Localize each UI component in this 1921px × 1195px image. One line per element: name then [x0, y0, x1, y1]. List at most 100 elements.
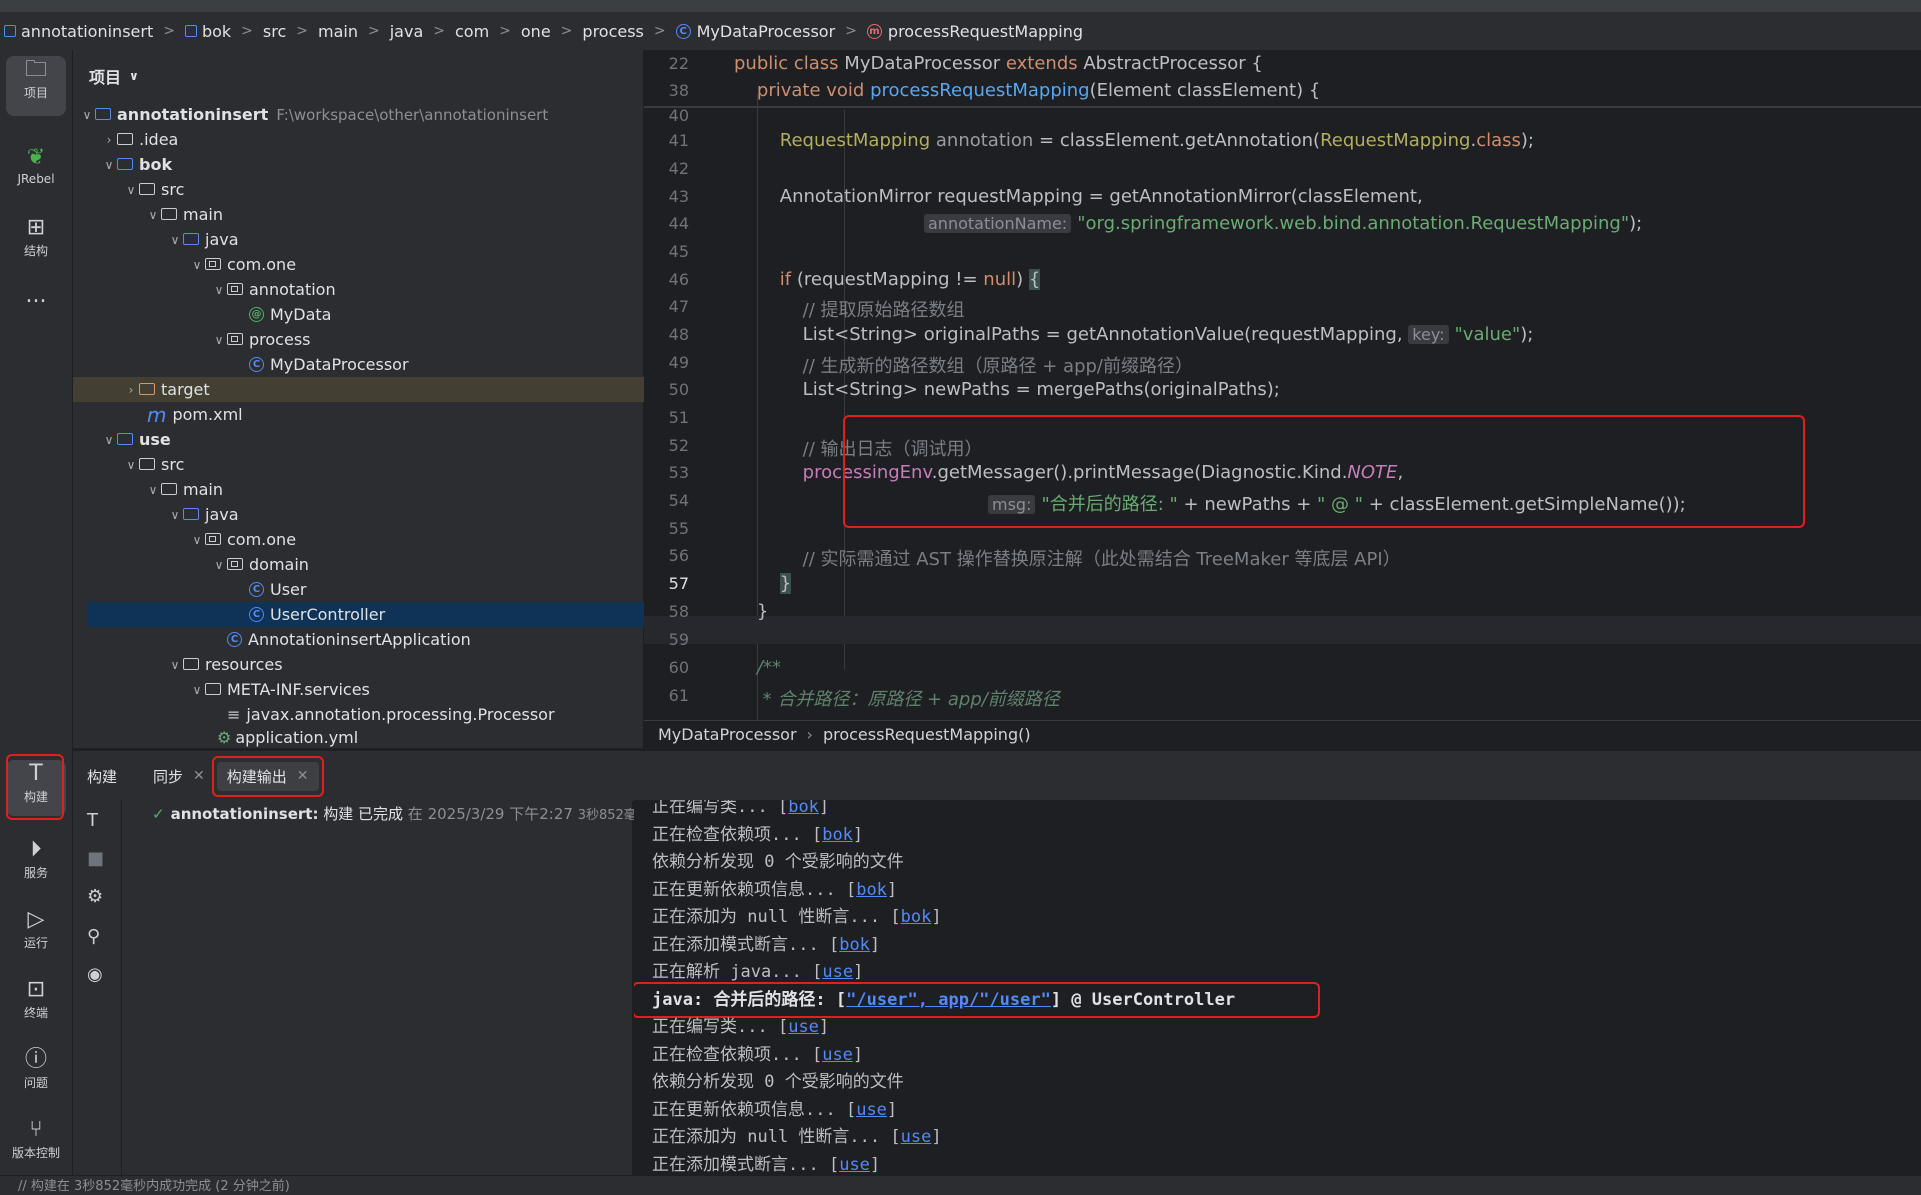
chevron-down-icon: ∨ — [82, 107, 92, 122]
tree-label: main — [183, 205, 223, 224]
tree-root[interactable]: ∨ annotationinsert F:\workspace\other\anno… — [73, 102, 639, 127]
breadcrumb-item[interactable]: src — [263, 22, 286, 41]
module-link[interactable]: bok — [839, 935, 870, 955]
output-line: 正在更新依赖项信息... [use] — [652, 1099, 898, 1120]
line-number: 61 — [668, 686, 689, 705]
module-link[interactable]: bok — [788, 800, 819, 817]
close-icon[interactable]: ✕ — [193, 768, 205, 784]
module-link[interactable]: use — [822, 962, 853, 982]
output-line: 正在更新依赖项信息... [bok] — [652, 879, 898, 900]
tree-item[interactable]: m pom.xml — [73, 402, 707, 427]
tree-item[interactable]: ∨ java — [73, 227, 727, 252]
check-icon: ✓ — [152, 805, 165, 823]
editor-breadcrumb-item[interactable]: processRequestMapping() — [823, 725, 1031, 744]
tree-item[interactable]: ∨ src — [73, 452, 683, 477]
hammer-icon[interactable]: T — [87, 810, 98, 831]
problems-tool-label: 问题 — [23, 1076, 48, 1090]
code-editor[interactable]: 22 public class MyDataProcessor extends … — [644, 50, 1921, 748]
structure-tool-button[interactable]: ⊞ 结构 — [6, 214, 66, 268]
module-link[interactable]: bok — [856, 880, 887, 900]
breadcrumb-item[interactable]: com — [455, 22, 489, 41]
more-tools-button[interactable]: ... — [6, 282, 66, 312]
package-icon — [227, 557, 243, 570]
output-text: 依赖分析发现 0 个受影响的文件 — [652, 1072, 904, 1092]
tab-sync[interactable]: 同步 ✕ — [153, 766, 205, 787]
code-line: // 提取原始路径数组 — [734, 296, 965, 322]
project-tool-button[interactable]: 🗀 项目 — [6, 56, 66, 116]
output-line: 正在解析 java... [use] — [652, 962, 864, 982]
stop-icon[interactable]: ■ — [87, 848, 104, 869]
output-text: 正在编写类... — [652, 1017, 778, 1037]
terminal-tool-button[interactable]: ⊡ 终端 — [6, 976, 66, 1030]
breadcrumb-item[interactable]: one — [521, 22, 551, 41]
tree-label: bok — [139, 155, 173, 174]
tree-label: .idea — [139, 130, 179, 149]
problems-tool-button[interactable]: ⓘ 问题 — [6, 1046, 66, 1100]
line-number: 48 — [668, 325, 689, 344]
editor-breadcrumb-item[interactable]: MyDataProcessor — [658, 725, 797, 744]
line-number: 50 — [668, 380, 689, 399]
run-tool-button[interactable]: ▷ 运行 — [6, 906, 66, 960]
chevron-right-icon: > — [560, 23, 573, 39]
code-comment: // 生成新的路径数组（原路径 + app/前缀路径） — [802, 356, 1193, 377]
vcs-tool-label: 版本控制 — [11, 1146, 60, 1160]
breadcrumb-item[interactable]: annotationinsert — [4, 22, 153, 41]
package-icon — [205, 532, 221, 545]
module-link[interactable]: use — [839, 1155, 870, 1175]
module-link[interactable]: bok — [822, 825, 853, 845]
line-number: 59 — [668, 630, 689, 649]
breadcrumb-item[interactable]: C MyDataProcessor — [675, 22, 835, 41]
jrebel-tool-button[interactable]: ❦ JRebel — [6, 144, 66, 198]
chevron-right-icon: > — [296, 23, 308, 39]
project-panel-header[interactable]: 项目 ∨ — [73, 50, 643, 102]
tree-item[interactable]: › .idea — [73, 127, 661, 152]
module-link[interactable]: use — [788, 1017, 819, 1037]
tab-build-output[interactable]: 构建输出 ✕ — [211, 755, 324, 797]
code-comment: // 实际需通过 AST 操作替换原注解（此处需结合 TreeMaker 等底层… — [802, 549, 1401, 570]
folder-icon: 🗀 — [24, 57, 47, 82]
services-tool-button[interactable]: ⏵ 服务 — [6, 836, 66, 890]
breadcrumb-item[interactable]: process — [582, 22, 643, 41]
breadcrumb: annotationinsert > bok > src > main > java > … — [0, 0, 1921, 50]
eye-icon[interactable]: ◉ — [87, 964, 103, 985]
more-icon: ... — [25, 283, 47, 308]
build-result-item[interactable]: ✓ annotationinsert: 构建 已完成 在 2025/3/29 下午… — [152, 803, 650, 824]
module-link[interactable]: use — [901, 1127, 932, 1147]
tree-item[interactable]: ∨ bok — [73, 152, 661, 177]
tree-label: target — [161, 380, 210, 399]
gear-icon[interactable]: ⚙ — [87, 886, 103, 907]
line-number: 22 — [668, 54, 689, 73]
breadcrumb-item[interactable]: bok — [184, 22, 231, 41]
output-line: 依赖分析发现 0 个受影响的文件 — [652, 1067, 904, 1092]
module-link[interactable]: use — [822, 1045, 853, 1065]
tree-item[interactable]: ∨ main — [73, 477, 705, 502]
tree-item[interactable]: ∨ java — [73, 502, 727, 527]
line-number: 51 — [668, 408, 689, 427]
pin-icon[interactable]: ⚲ — [87, 926, 100, 947]
chevron-down-icon: ∨ — [129, 69, 139, 83]
output-text: 正在添加为 null 性断言... — [652, 1127, 891, 1147]
terminal-tool-label: 终端 — [23, 1006, 48, 1020]
tree-item[interactable]: ∨ use — [73, 427, 661, 452]
chevron-right-icon: > — [241, 23, 253, 39]
output-text: 正在更新依赖项信息... — [652, 879, 846, 900]
run-icon: ▷ — [27, 907, 45, 932]
module-link[interactable]: use — [856, 1100, 887, 1120]
tree-item[interactable]: ∨ resources — [73, 652, 727, 677]
breadcrumb-item[interactable]: m processRequestMapping — [866, 22, 1083, 41]
build-output-console[interactable]: 正在编写类... [bok] 正在检查依赖项... [bok] 依赖分析发现 0 个… — [634, 800, 1921, 1175]
tree-item[interactable]: ∨ main — [73, 202, 705, 227]
chevron-down-icon: ∨ — [104, 432, 114, 447]
tree-item[interactable]: › target — [73, 377, 683, 402]
breadcrumb-item[interactable]: main — [318, 22, 358, 41]
module-link[interactable]: bok — [901, 907, 932, 927]
tree-item[interactable]: ∨ src — [73, 177, 683, 202]
module-icon — [117, 157, 133, 170]
tree-label: java — [205, 505, 239, 524]
tree-label: MyData — [270, 305, 332, 324]
breadcrumb-item[interactable]: java — [390, 22, 424, 41]
vcs-tool-button[interactable]: ⑂ 版本控制 — [6, 1116, 66, 1170]
tab-build[interactable]: 构建 — [87, 766, 117, 787]
code-line: // 生成新的路径数组（原路径 + app/前缀路径） — [734, 352, 1193, 378]
code-line: AnnotationMirror requestMapping = getAnn… — [734, 186, 1423, 207]
